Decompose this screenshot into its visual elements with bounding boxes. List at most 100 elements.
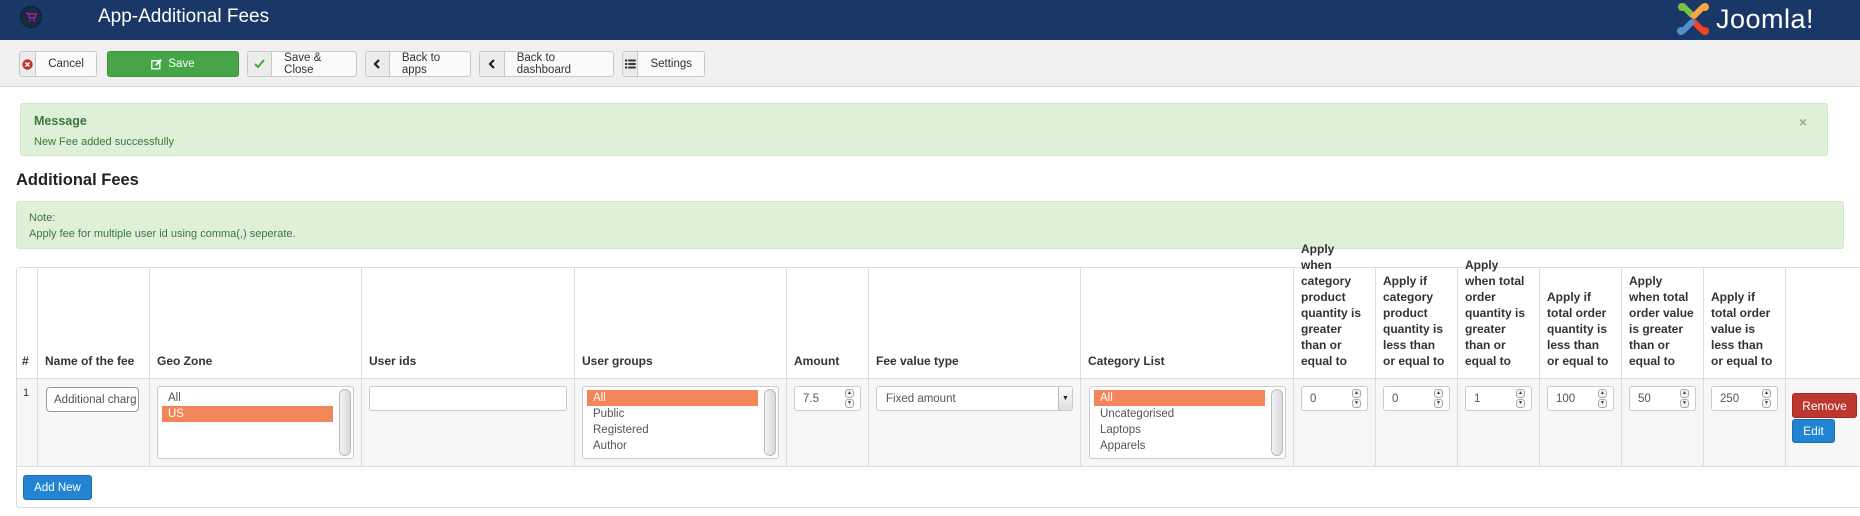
order-value-max-input[interactable]: 250 ▲ ▼ — [1711, 386, 1778, 411]
fee-name-input[interactable]: Additional charg — [46, 387, 139, 412]
save-close-label: Save & Close — [284, 52, 322, 76]
order-value-max-value: 250 — [1720, 392, 1740, 405]
column-header-user-ids: User ids — [362, 268, 575, 379]
remove-button[interactable]: Remove — [1792, 393, 1857, 418]
category-option-uncategorised[interactable]: Uncategorised — [1094, 406, 1285, 422]
order-value-min-input[interactable]: 50 ▲ ▼ — [1629, 386, 1696, 411]
fee-value-type-selected: Fixed amount — [886, 392, 956, 405]
cancel-circle-icon — [20, 52, 37, 76]
column-header-actions — [1786, 268, 1860, 379]
user-groups-listbox[interactable]: All Public Registered Author — [582, 386, 779, 459]
note-box: Note: Apply fee for multiple user id usi… — [16, 201, 1844, 249]
list-icon — [623, 52, 639, 76]
success-message: Message New Fee added successfully × — [20, 103, 1828, 156]
spin-down-icon[interactable]: ▼ — [1762, 399, 1771, 408]
note-text: Apply fee for multiple user id using com… — [29, 228, 296, 240]
category-option-laptops[interactable]: Laptops — [1094, 422, 1285, 438]
user-group-option-all[interactable]: All — [587, 390, 758, 406]
order-qty-min-value: 1 — [1474, 392, 1481, 405]
column-header-cat-qty-min: Apply when category product quantity is … — [1294, 242, 1376, 379]
column-header-fee-value-type: Fee value type — [869, 268, 1081, 379]
chevron-left-icon — [366, 52, 390, 76]
column-header-cat-qty-max: Apply if category product quantity is le… — [1376, 268, 1458, 379]
scrollbar[interactable] — [1271, 389, 1283, 456]
geo-zone-listbox[interactable]: All US — [157, 386, 354, 459]
column-header-geo-zone: Geo Zone — [150, 268, 362, 379]
save-close-button[interactable]: Save & Close — [247, 51, 357, 77]
user-ids-input[interactable] — [369, 386, 567, 411]
spin-down-icon[interactable]: ▼ — [1434, 399, 1443, 408]
spin-down-icon[interactable]: ▼ — [1598, 399, 1607, 408]
brand-name: Joomla! — [1716, 3, 1815, 34]
order-qty-max-value: 100 — [1556, 392, 1576, 405]
fees-table: # Name of the fee Geo Zone User ids User… — [16, 242, 1860, 508]
cat-qty-max-value: 0 — [1392, 392, 1399, 405]
cat-qty-min-input[interactable]: 0 ▲ ▼ — [1301, 386, 1368, 411]
page-title: Additional Fees — [16, 171, 139, 189]
edit-icon — [151, 58, 163, 70]
top-header: App-Additional Fees Joomla! — [0, 0, 1860, 40]
amount-value: 7.5 — [803, 392, 819, 405]
spin-down-icon[interactable]: ▼ — [1680, 399, 1689, 408]
column-header-order-value-min: Apply when total order value is greater … — [1622, 268, 1704, 379]
back-to-dashboard-label: Back to dashboard — [516, 52, 572, 76]
category-list-listbox[interactable]: All Uncategorised Laptops Apparels — [1089, 386, 1286, 459]
settings-label: Settings — [650, 58, 692, 70]
add-new-button[interactable]: Add New — [23, 475, 92, 500]
spin-up-icon[interactable]: ▲ — [1434, 389, 1443, 398]
cancel-label: Cancel — [48, 58, 84, 70]
spin-up-icon[interactable]: ▲ — [1598, 389, 1607, 398]
spin-down-icon[interactable]: ▼ — [1352, 399, 1361, 408]
order-qty-max-input[interactable]: 100 ▲ ▼ — [1547, 386, 1614, 411]
close-icon[interactable]: × — [1799, 114, 1807, 130]
cat-qty-min-value: 0 — [1310, 392, 1317, 405]
save-button[interactable]: Save — [107, 51, 239, 77]
scrollbar[interactable] — [764, 389, 776, 456]
chevron-down-icon: ▼ — [1058, 387, 1072, 410]
back-to-apps-button[interactable]: Back to apps — [365, 51, 471, 77]
spin-down-icon[interactable]: ▼ — [1516, 399, 1525, 408]
settings-button[interactable]: Settings — [622, 51, 705, 77]
user-group-option-registered[interactable]: Registered — [587, 422, 778, 438]
spin-up-icon[interactable]: ▲ — [1762, 389, 1771, 398]
category-option-apparels[interactable]: Apparels — [1094, 438, 1285, 454]
chevron-left-icon — [480, 52, 505, 76]
message-text: New Fee added successfully — [34, 136, 175, 148]
scrollbar[interactable] — [339, 389, 351, 456]
column-header-category-list: Category List — [1081, 268, 1294, 379]
spin-up-icon[interactable]: ▲ — [1352, 389, 1361, 398]
geo-zone-option-all[interactable]: All — [162, 390, 333, 406]
category-option-all[interactable]: All — [1094, 390, 1265, 406]
spin-up-icon[interactable]: ▲ — [1680, 389, 1689, 398]
spin-down-icon[interactable]: ▼ — [845, 399, 854, 408]
column-header-name: Name of the fee — [38, 268, 150, 379]
toolbar: Cancel Save Save & Close Back to apps Ba… — [0, 40, 1860, 87]
column-header-user-groups: User groups — [575, 268, 787, 379]
fee-value-type-select[interactable]: Fixed amount ▼ — [876, 386, 1073, 411]
user-group-option-author[interactable]: Author — [587, 438, 778, 454]
amount-input[interactable]: 7.5 ▲ ▼ — [794, 386, 861, 411]
column-header-index: # — [17, 268, 38, 379]
user-group-option-public[interactable]: Public — [587, 406, 778, 422]
note-label: Note: — [29, 212, 56, 224]
order-value-min-value: 50 — [1638, 392, 1651, 405]
back-to-apps-label: Back to apps — [401, 52, 441, 76]
message-heading: Message — [34, 114, 87, 128]
column-header-amount: Amount — [787, 268, 869, 379]
spin-up-icon[interactable]: ▲ — [845, 389, 854, 398]
spin-up-icon[interactable]: ▲ — [1516, 389, 1525, 398]
joomla-logo[interactable]: Joomla! — [1676, 1, 1814, 37]
joomla-logo-icon — [1677, 3, 1709, 35]
shopping-cart-icon — [20, 6, 42, 28]
geo-zone-option-us[interactable]: US — [162, 406, 333, 422]
column-header-order-value-max: Apply if total order value is less than … — [1704, 268, 1786, 379]
cancel-button[interactable]: Cancel — [19, 51, 97, 77]
back-to-dashboard-button[interactable]: Back to dashboard — [479, 51, 614, 77]
row-index: 1 — [23, 387, 30, 399]
column-header-order-qty-max: Apply if total order quantity is less th… — [1540, 268, 1622, 379]
save-label: Save — [168, 58, 195, 70]
order-qty-min-input[interactable]: 1 ▲ ▼ — [1465, 386, 1532, 411]
checkmark-icon — [248, 52, 273, 76]
cat-qty-max-input[interactable]: 0 ▲ ▼ — [1383, 386, 1450, 411]
edit-button[interactable]: Edit — [1792, 419, 1835, 443]
